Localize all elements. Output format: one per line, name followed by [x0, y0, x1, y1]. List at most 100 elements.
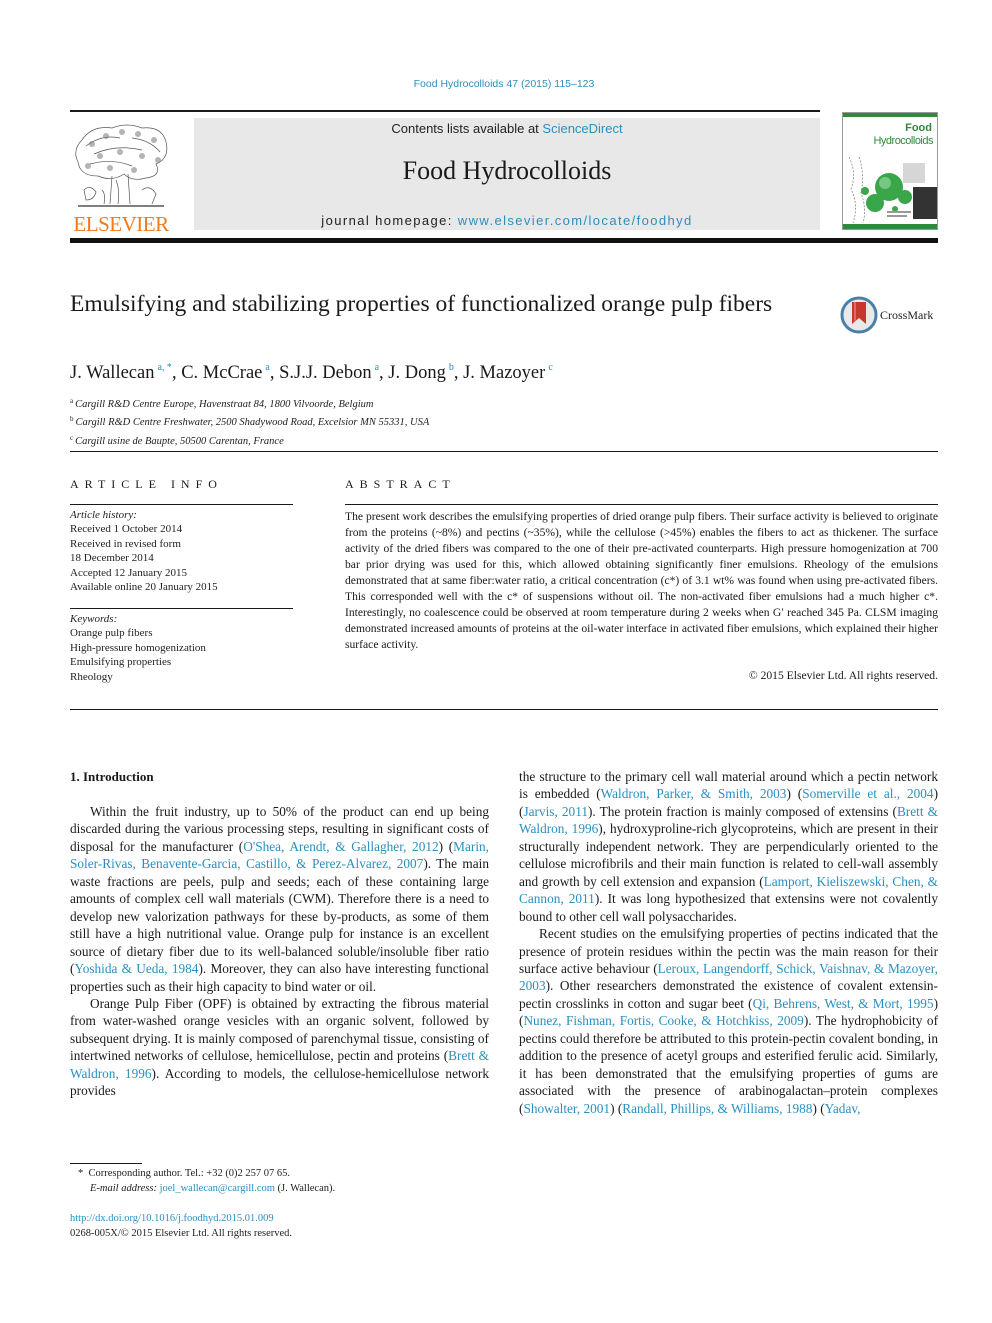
elsevier-wordmark: ELSEVIER	[73, 212, 169, 236]
cover-title-hydrocolloids: Hydrocolloids	[873, 135, 933, 147]
keyword-item: Emulsifying properties	[70, 656, 172, 669]
email-label: E-mail address:	[90, 1183, 160, 1194]
keyword-item: Rheology	[70, 670, 113, 683]
body-text: ). The main waste fractions are peels, p…	[70, 856, 489, 977]
sciencedirect-link[interactable]: ScienceDirect	[542, 121, 622, 136]
journal-cover-thumbnail[interactable]: Food Hydrocolloids	[842, 112, 938, 230]
contents-line: Contents lists available at ScienceDirec…	[194, 121, 820, 136]
citation-link[interactable]: Randall, Phillips, & Williams, 1988	[622, 1101, 812, 1116]
corresponding-author-text: Corresponding author. Tel.: +32 (0)2 257…	[88, 1168, 291, 1179]
history-item: Received 1 October 2014	[70, 523, 183, 536]
cover-band-bottom	[843, 224, 937, 229]
article-title: Emulsifying and stabilizing properties o…	[70, 291, 773, 317]
author-name[interactable]: S.J.J. Debon	[279, 363, 372, 383]
journal-homepage-link[interactable]: www.elsevier.com/locate/foodhyd	[458, 213, 693, 228]
body-text: ) (	[786, 786, 803, 802]
divider	[345, 504, 938, 505]
author-affil-marker[interactable]: c	[548, 362, 552, 373]
citation-link[interactable]: Jarvis, 2011	[523, 804, 588, 819]
citation-link[interactable]: Waldron, Parker, & Smith, 2003	[601, 786, 787, 801]
author-list: J. Wallecan a, *, C. McCrae a, S.J.J. Debo…	[70, 362, 553, 383]
footnote: * Corresponding author. Tel.: +32 (0)2 2…	[78, 1166, 335, 1196]
citation-link[interactable]: Somerville et al., 2004	[802, 786, 933, 801]
affiliation-text: Cargill R&D Centre Freshwater, 2500 Shad…	[75, 417, 430, 429]
footnote-corresponding: * Corresponding author. Tel.: +32 (0)2 2…	[78, 1166, 335, 1181]
abstract-text: The present work describes the emulsifyi…	[345, 510, 938, 651]
body-column-left: Within the fruit industry, up to 50% of …	[70, 803, 489, 1100]
body-paragraph: Orange Pulp Fiber (OPF) is obtained by e…	[70, 995, 489, 1100]
author-name[interactable]: J. Mazoyer	[463, 363, 545, 383]
divider	[70, 709, 938, 710]
affiliation-key: c	[70, 433, 74, 442]
author-affil-marker[interactable]: a	[375, 362, 379, 373]
citation-link[interactable]: Yadav,	[825, 1101, 861, 1116]
history-item: Available online 20 January 2015	[70, 581, 218, 594]
homepage-line: journal homepage: www.elsevier.com/locat…	[194, 213, 820, 228]
affiliation-text: Cargill usine de Baupte, 50500 Carentan,…	[75, 435, 284, 447]
author-name[interactable]: C. McCrae	[181, 363, 262, 383]
header-rule-bottom	[70, 238, 938, 243]
article-history: Article history: Received 1 October 2014…	[70, 508, 218, 594]
body-paragraph: Within the fruit industry, up to 50% of …	[70, 803, 489, 995]
crossmark-icon	[840, 296, 878, 334]
keyword-item: High-pressure homogenization	[70, 641, 206, 654]
body-text: ) (	[812, 1100, 825, 1116]
affiliation-item: c Cargill usine de Baupte, 50500 Carentan…	[70, 431, 429, 449]
affiliation-item: b Cargill R&D Centre Freshwater, 2500 Sha…	[70, 412, 429, 430]
doi-block: http://dx.doi.org/10.1016/j.foodhyd.2015…	[70, 1211, 292, 1241]
history-item: 18 December 2014	[70, 552, 154, 565]
footnote-rule	[70, 1163, 142, 1164]
body-text: ) (	[438, 838, 454, 854]
email-suffix: (J. Wallecan).	[274, 1183, 336, 1194]
citation-link[interactable]: Showalter, 2001	[523, 1101, 610, 1116]
citation-link[interactable]: Qi, Behrens, West, & Mort, 1995	[753, 996, 934, 1011]
body-text: Orange Pulp Fiber (OPF) is obtained by e…	[70, 995, 489, 1064]
body-text: ). The protein fraction is mainly compos…	[588, 803, 897, 819]
citation-link[interactable]: O'Shea, Arendt, & Gallagher, 2012	[243, 839, 438, 854]
affiliation-item: a Cargill R&D Centre Europe, Havenstraat …	[70, 394, 429, 412]
keywords: Keywords: Orange pulp fibers High-pressu…	[70, 612, 206, 684]
crossmark-button[interactable]: CrossMark	[840, 296, 940, 336]
divider	[70, 608, 293, 609]
elsevier-tree-icon	[75, 124, 168, 207]
keywords-label: Keywords:	[70, 613, 118, 625]
homepage-prefix: journal homepage:	[321, 213, 458, 228]
footnote-email: E-mail address: joel_wallecan@cargill.co…	[78, 1181, 335, 1196]
history-item: Accepted 12 January 2015	[70, 566, 187, 579]
author-affil-marker[interactable]: a, *	[157, 362, 171, 373]
contents-prefix: Contents lists available at	[391, 121, 543, 136]
doi-link[interactable]: http://dx.doi.org/10.1016/j.foodhyd.2015…	[70, 1211, 292, 1226]
author-affil-marker[interactable]: a	[265, 362, 269, 373]
article-history-label: Article history:	[70, 509, 137, 521]
section-heading-introduction: 1. Introduction	[70, 769, 154, 784]
cover-band-top	[843, 113, 937, 117]
header-rule-top	[70, 110, 820, 112]
history-item: Received in revised form	[70, 537, 181, 550]
cover-title-food: Food	[905, 122, 932, 134]
divider	[70, 451, 938, 452]
author-name[interactable]: J. Wallecan	[70, 363, 154, 383]
body-column-right: the structure to the primary cell wall m…	[519, 768, 938, 1117]
author-name[interactable]: J. Dong	[388, 363, 446, 383]
elsevier-logo[interactable]: ELSEVIER	[70, 118, 172, 236]
author-affil-marker[interactable]: b	[449, 362, 454, 373]
body-text: ) (	[610, 1100, 623, 1116]
journal-citation-link[interactable]: Food Hydrocolloids 47 (2015) 115–123	[0, 78, 992, 90]
issn-copyright: 0268-005X/© 2015 Elsevier Ltd. All right…	[70, 1228, 293, 1239]
journal-header-box: Contents lists available at ScienceDirec…	[194, 118, 820, 230]
citation-link[interactable]: Yoshida & Ueda, 1984	[74, 961, 198, 976]
affiliation-text: Cargill R&D Centre Europe, Havenstraat 8…	[75, 399, 374, 410]
article-info-heading: ARTICLE INFO	[70, 477, 223, 491]
citation-link[interactable]: Nunez, Fishman, Fortis, Cooke, & Hotchki…	[523, 1013, 803, 1028]
footnote-marker: *	[78, 1168, 84, 1179]
journal-title: Food Hydrocolloids	[402, 156, 612, 185]
cover-molecule-icon	[848, 156, 937, 224]
abstract-heading: ABSTRACT	[345, 477, 456, 491]
body-paragraph: Recent studies on the emulsifying proper…	[519, 925, 938, 1117]
affiliation-list: a Cargill R&D Centre Europe, Havenstraat …	[70, 394, 429, 449]
crossmark-label: CrossMark	[880, 308, 934, 322]
affiliation-key: a	[70, 397, 74, 405]
email-link[interactable]: joel_wallecan@cargill.com	[160, 1183, 275, 1194]
affiliation-key: b	[70, 415, 74, 424]
keyword-item: Orange pulp fibers	[70, 627, 153, 640]
